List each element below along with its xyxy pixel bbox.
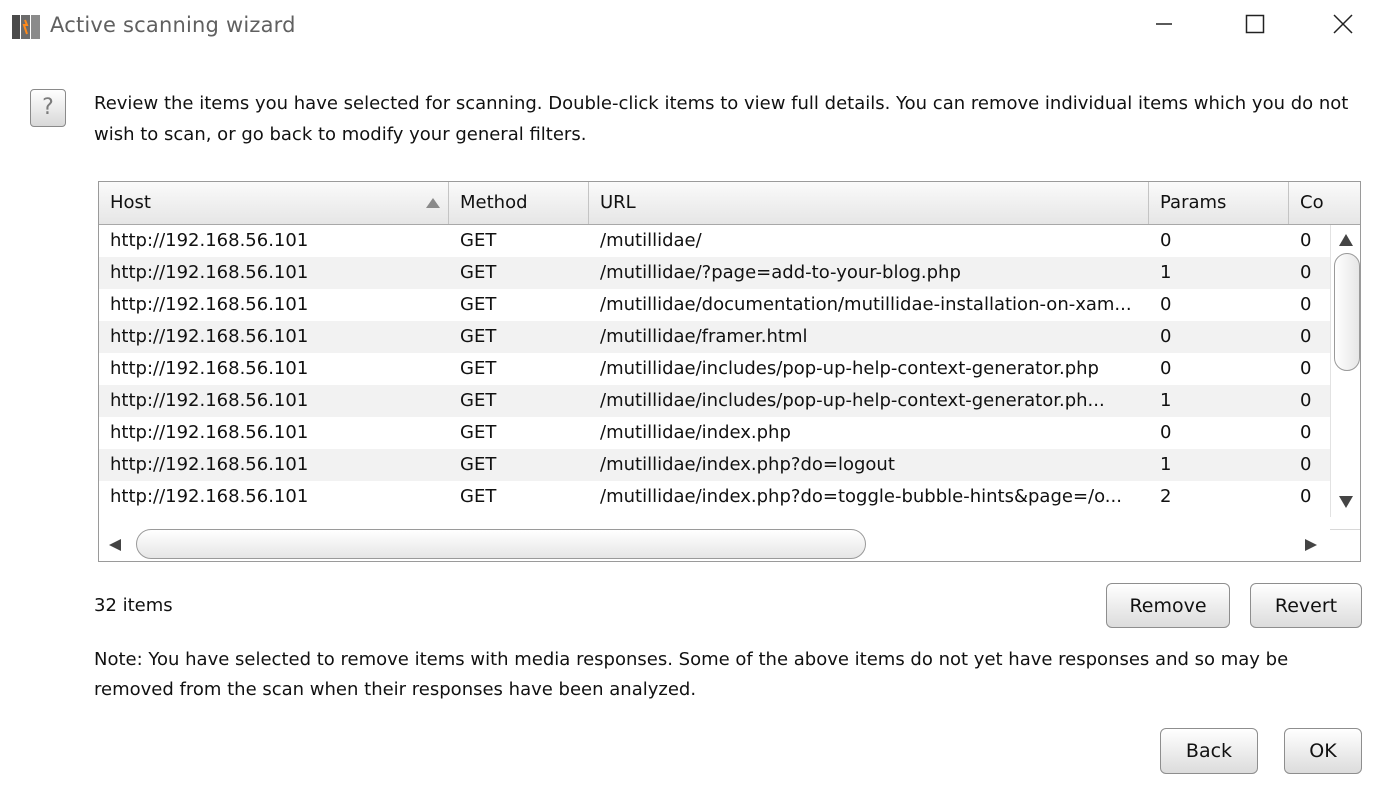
scan-items-table[interactable]: Host Method URL Params Co http://192.168… (98, 181, 1361, 562)
cell-host: http://192.168.56.101 (110, 390, 309, 411)
minimize-icon (1154, 14, 1174, 38)
cell-co: 0 (1300, 230, 1312, 251)
cell-co: 0 (1300, 454, 1312, 475)
cell-url: /mutillidae/index.php?do=logout (600, 454, 895, 475)
scroll-left-arrow-icon[interactable] (109, 539, 121, 551)
cell-url: /mutillidae/?page=add-to-your-blog.php (600, 262, 961, 283)
revert-button[interactable]: Revert (1250, 583, 1362, 628)
cell-host: http://192.168.56.101 (110, 454, 309, 475)
cell-url: /mutillidae/index.php?do=toggle-bubble-h… (600, 486, 1122, 507)
cell-url: /mutillidae/index.php (600, 422, 791, 443)
cell-params: 1 (1160, 390, 1172, 411)
cell-co: 0 (1300, 486, 1312, 507)
maximize-icon (1245, 14, 1265, 38)
cell-method: GET (460, 326, 497, 347)
vertical-scrollbar[interactable] (1330, 225, 1360, 517)
table-row[interactable]: http://192.168.56.101 GET /mutillidae/in… (99, 385, 1330, 417)
cell-host: http://192.168.56.101 (110, 486, 309, 507)
cell-method: GET (460, 230, 497, 251)
cell-co: 0 (1300, 294, 1312, 315)
maximize-button[interactable] (1232, 0, 1278, 52)
cell-host: http://192.168.56.101 (110, 294, 309, 315)
cell-params: 0 (1160, 294, 1172, 315)
window-title: Active scanning wizard (50, 13, 296, 37)
cell-url: /mutillidae/includes/pop-up-help-context… (600, 390, 1105, 411)
table-row[interactable]: http://192.168.56.101 GET /mutillidae/in… (99, 353, 1330, 385)
cell-method: GET (460, 358, 497, 379)
cell-url: /mutillidae/ (600, 230, 702, 251)
cell-co: 0 (1300, 358, 1312, 379)
cell-host: http://192.168.56.101 (110, 358, 309, 379)
column-header-host[interactable]: Host (99, 182, 449, 224)
column-header-co[interactable]: Co (1289, 182, 1360, 224)
cell-method: GET (460, 390, 497, 411)
close-icon (1332, 13, 1354, 39)
media-removal-note: Note: You have selected to remove items … (94, 649, 1289, 700)
cell-method: GET (460, 486, 497, 507)
cell-co: 0 (1300, 326, 1312, 347)
cell-co: 0 (1300, 422, 1312, 443)
scroll-right-arrow-icon[interactable] (1305, 539, 1317, 551)
cell-co: 0 (1300, 262, 1312, 283)
column-header-label: Method (460, 192, 528, 213)
cell-params: 0 (1160, 358, 1172, 379)
cell-url: /mutillidae/documentation/mutillidae-ins… (600, 294, 1132, 315)
cell-params: 0 (1160, 422, 1172, 443)
cell-co: 0 (1300, 390, 1312, 411)
title-bar: Active scanning wizard (0, 0, 1392, 52)
table-row[interactable]: http://192.168.56.101 GET /mutillidae/fr… (99, 321, 1330, 353)
cell-method: GET (460, 422, 497, 443)
help-icon: ? (30, 89, 66, 127)
cell-host: http://192.168.56.101 (110, 262, 309, 283)
table-row[interactable]: http://192.168.56.101 GET /mutillidae/?p… (99, 257, 1330, 289)
close-button[interactable] (1320, 0, 1366, 52)
cell-params: 0 (1160, 230, 1172, 251)
cell-params: 2 (1160, 486, 1172, 507)
column-header-label: Params (1160, 192, 1227, 213)
cell-params: 1 (1160, 262, 1172, 283)
scroll-up-arrow-icon[interactable] (1339, 234, 1353, 246)
back-button[interactable]: Back (1160, 728, 1258, 774)
column-header-label: URL (600, 192, 636, 213)
table-header: Host Method URL Params Co (99, 182, 1360, 225)
cell-params: 1 (1160, 454, 1172, 475)
table-row[interactable]: http://192.168.56.101 GET /mutillidae/in… (99, 417, 1330, 449)
table-row[interactable]: http://192.168.56.101 GET /mutillidae/ 0… (99, 225, 1330, 257)
vertical-scroll-thumb[interactable] (1334, 253, 1360, 371)
burp-suite-app-icon (11, 12, 41, 42)
cell-params: 0 (1160, 326, 1172, 347)
cell-method: GET (460, 454, 497, 475)
wizard-description: Review the items you have selected for s… (94, 93, 1349, 145)
cell-method: GET (460, 294, 497, 315)
horizontal-scrollbar[interactable] (99, 529, 1330, 561)
column-header-label: Host (110, 192, 151, 213)
cell-host: http://192.168.56.101 (110, 422, 309, 443)
table-row[interactable]: http://192.168.56.101 GET /mutillidae/do… (99, 289, 1330, 321)
cell-method: GET (460, 262, 497, 283)
column-header-params[interactable]: Params (1149, 182, 1289, 224)
horizontal-scroll-thumb[interactable] (136, 529, 866, 559)
cell-url: /mutillidae/includes/pop-up-help-context… (600, 358, 1099, 379)
cell-host: http://192.168.56.101 (110, 230, 309, 251)
sort-ascending-icon (426, 198, 440, 208)
table-row[interactable]: http://192.168.56.101 GET /mutillidae/in… (99, 481, 1330, 513)
column-header-method[interactable]: Method (449, 182, 589, 224)
column-header-label: Co (1300, 192, 1324, 213)
scroll-down-arrow-icon[interactable] (1339, 496, 1353, 508)
remove-button[interactable]: Remove (1106, 583, 1230, 628)
cell-host: http://192.168.56.101 (110, 326, 309, 347)
table-body: http://192.168.56.101 GET /mutillidae/ 0… (99, 225, 1330, 517)
item-count-label: 32 items (94, 595, 173, 616)
minimize-button[interactable] (1141, 0, 1187, 52)
column-header-url[interactable]: URL (589, 182, 1149, 224)
table-row[interactable]: http://192.168.56.101 GET /mutillidae/in… (99, 449, 1330, 481)
cell-url: /mutillidae/framer.html (600, 326, 808, 347)
ok-button[interactable]: OK (1284, 728, 1362, 774)
